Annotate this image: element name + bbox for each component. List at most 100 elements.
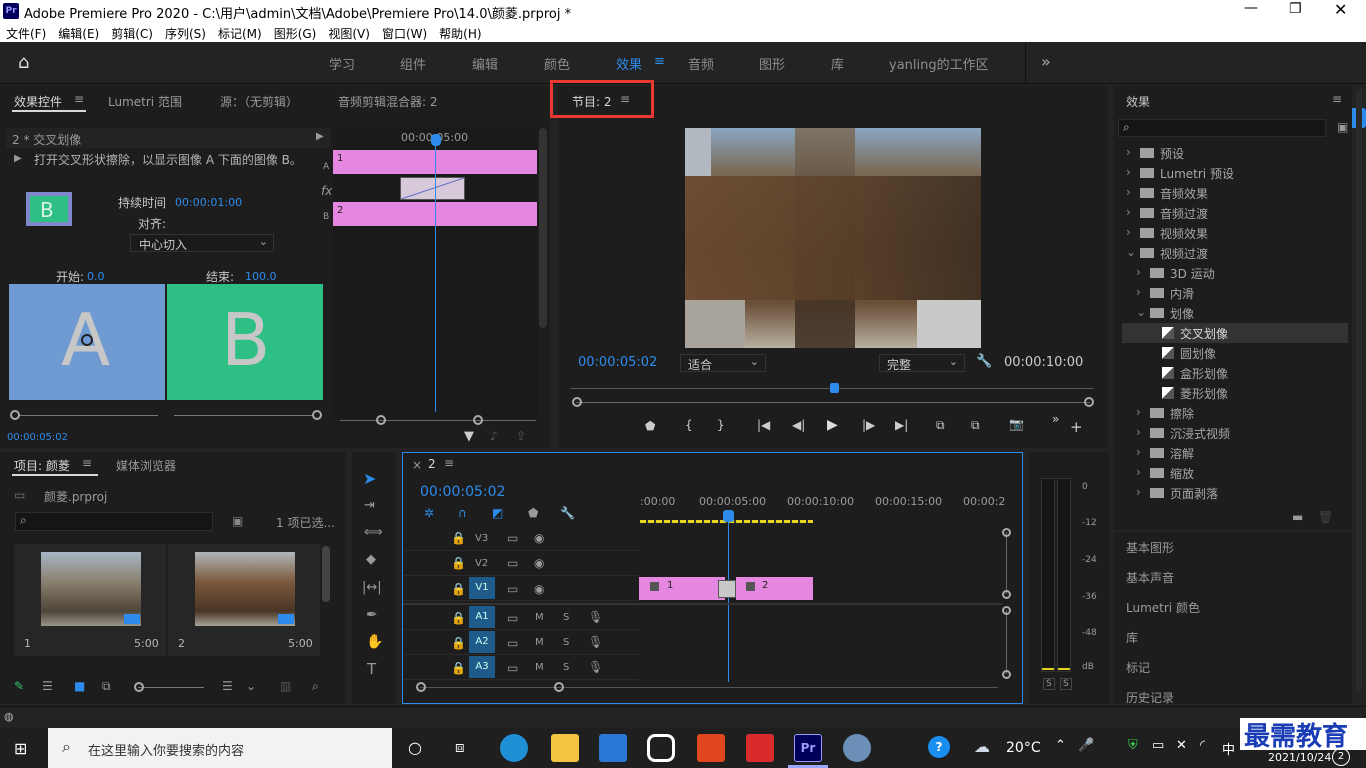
effects-tree-item[interactable]: 盒形划像 <box>1122 363 1348 383</box>
effects-tree-item[interactable]: › 音频过渡 <box>1122 203 1348 223</box>
restore-icon[interactable]: ❐ <box>1289 1 1302 17</box>
timeline-clip-2[interactable]: 2 <box>736 577 813 600</box>
duration-value[interactable]: 00:00:01:00 <box>175 196 242 209</box>
tab-lumetri-scopes[interactable]: Lumetri 范围 <box>108 93 182 110</box>
project-scrollbar[interactable] <box>322 546 330 602</box>
eye-icon[interactable]: ◉ <box>534 531 544 545</box>
effects-tree-item[interactable]: › Lumetri 预设 <box>1122 163 1348 183</box>
sync-lock-icon[interactable]: ▭ <box>507 661 518 675</box>
extract-icon[interactable]: ⧉ <box>971 418 980 433</box>
track-select-tool-icon[interactable]: ⇥ <box>364 498 375 513</box>
qq-icon[interactable]: 🎤 <box>1078 738 1094 753</box>
chevron-right-icon[interactable]: › <box>1136 485 1141 499</box>
sort-chevron-icon[interactable]: ⌄ <box>246 679 256 693</box>
workspace-menu-icon[interactable]: ≡ <box>654 54 665 69</box>
effects-tree-item[interactable]: › 页面剥落 <box>1122 483 1348 503</box>
program-scroll-right[interactable] <box>1084 397 1094 407</box>
effect-controls-timecode[interactable]: 00:00:05:02 <box>7 432 68 443</box>
go-to-out-icon[interactable]: ▶| <box>895 418 908 432</box>
timeline-close[interactable]: × <box>412 458 422 472</box>
workspace-effects[interactable]: 效果 <box>616 54 642 73</box>
pen-tool-icon[interactable]: ✒ <box>366 607 378 623</box>
workspace-color[interactable]: 颜色 <box>544 54 570 73</box>
chevron-right-icon[interactable]: › <box>1126 145 1131 159</box>
microphone-icon[interactable]: 🎙 <box>588 660 603 674</box>
mark-out-icon[interactable]: } <box>717 418 725 432</box>
panel-essential-sound[interactable]: 基本声音 <box>1126 569 1174 586</box>
start-slider[interactable] <box>18 415 158 416</box>
timeline-clip-1[interactable]: 1 <box>639 577 725 600</box>
eye-icon[interactable]: ◉ <box>534 556 544 570</box>
start-slider-handle[interactable] <box>10 410 20 420</box>
edge-icon[interactable] <box>500 734 528 762</box>
ime-indicator[interactable]: 中 <box>1222 739 1235 758</box>
tray-chevron-icon[interactable]: ⌃ <box>1055 738 1066 753</box>
shield-icon[interactable]: ⛨ <box>1128 738 1138 753</box>
effects-tree-item[interactable]: › 内滑 <box>1122 283 1348 303</box>
program-playhead[interactable] <box>830 383 839 393</box>
sync-lock-icon[interactable]: ▭ <box>507 556 518 570</box>
zoom-slider[interactable] <box>138 687 204 688</box>
panel-markers[interactable]: 标记 <box>1126 659 1150 676</box>
right-scrollbar[interactable] <box>1356 90 1362 690</box>
timeline-hscroll-right[interactable] <box>554 682 564 692</box>
chevron-down-icon[interactable]: ⌄ <box>1136 305 1146 319</box>
premiere-taskbar-icon[interactable]: Pr <box>794 734 822 762</box>
chevron-right-icon[interactable]: › <box>1136 285 1141 299</box>
timeline-timecode[interactable]: 00:00:05:02 <box>420 484 505 500</box>
center-point-icon[interactable] <box>81 334 93 346</box>
hand-tool-icon[interactable]: ✋ <box>366 634 383 650</box>
timeline-playhead-head[interactable] <box>723 510 734 522</box>
workspace-assembly[interactable]: 组件 <box>400 54 426 73</box>
razor-tool-icon[interactable]: ◆ <box>366 552 376 567</box>
timeline-hscroll-left[interactable] <box>416 682 426 692</box>
mute-button[interactable]: M <box>535 637 544 648</box>
cortana-icon[interactable]: ○ <box>408 738 422 757</box>
weather-temp[interactable]: 20°C <box>1006 740 1041 756</box>
program-video-frame[interactable] <box>685 128 981 348</box>
add-marker-tl-icon[interactable]: ⬟ <box>528 506 538 520</box>
effects-tree-item[interactable]: 交叉划像 <box>1122 323 1348 343</box>
effects-tree-item[interactable]: › 3D 运动 <box>1122 263 1348 283</box>
menu-clip[interactable]: 剪辑(C) <box>105 22 159 42</box>
play-preview-icon[interactable]: ▶ <box>316 131 324 142</box>
tab-sequence[interactable]: 2 <box>428 457 436 471</box>
fit-select[interactable]: 适合 ⌄ <box>680 354 766 372</box>
menu-window[interactable]: 窗口(W) <box>376 22 433 42</box>
mark-in-icon[interactable]: { <box>685 418 693 432</box>
effects-tree-item[interactable]: 圆划像 <box>1122 343 1348 363</box>
taskbar-search-input[interactable]: ⌕ 在这里输入你要搜索的内容 <box>48 728 392 768</box>
effects-tree-item[interactable]: ⌄ 视频过渡 <box>1122 243 1348 263</box>
lock-icon[interactable]: 🔒 <box>451 611 466 625</box>
program-scroll-left[interactable] <box>572 397 582 407</box>
workspace-editing[interactable]: 编辑 <box>472 54 498 73</box>
panel-history[interactable]: 历史记录 <box>1126 689 1174 706</box>
chevron-right-icon[interactable]: › <box>1136 445 1141 459</box>
project-item-2[interactable]: 2 5:00 <box>168 544 320 656</box>
effects-tree-item[interactable]: › 擦除 <box>1122 403 1348 423</box>
play-transition-icon[interactable]: ▶ <box>14 153 22 164</box>
project-menu-icon[interactable]: ≡ <box>82 456 92 470</box>
linked-select-icon[interactable]: ◩ <box>492 506 503 520</box>
close-icon[interactable]: ✕ <box>1334 0 1347 19</box>
chevron-right-icon[interactable]: › <box>1126 225 1131 239</box>
play-icon[interactable]: ▶ <box>827 417 838 433</box>
office-icon[interactable] <box>697 734 725 762</box>
panel-essential-graphics[interactable]: 基本图形 <box>1126 539 1174 556</box>
quality-select[interactable]: 完整 ⌄ <box>879 354 965 372</box>
track-a2-target[interactable]: A2 <box>469 631 495 653</box>
workspace-custom[interactable]: yanling的工作区 <box>889 54 989 73</box>
track-a3-target[interactable]: A3 <box>469 656 495 678</box>
project-item-1[interactable]: 1 5:00 <box>14 544 166 656</box>
zoom-slider-handle[interactable] <box>134 682 144 692</box>
timeline-vscroll-top[interactable] <box>1002 528 1011 537</box>
filter-icon[interactable]: ▼ <box>464 429 474 444</box>
end-slider[interactable] <box>174 415 314 416</box>
tab-project[interactable]: 项目: 颜菱 <box>14 457 70 474</box>
browser-icon[interactable] <box>843 734 871 762</box>
slip-tool-icon[interactable]: |↔| <box>362 580 382 595</box>
wps-icon[interactable] <box>746 734 774 762</box>
effects-tree-item[interactable]: › 沉浸式视频 <box>1122 423 1348 443</box>
timeline-vscroll-bottom[interactable] <box>1002 590 1011 599</box>
meter-solo-left[interactable]: S <box>1043 678 1055 690</box>
